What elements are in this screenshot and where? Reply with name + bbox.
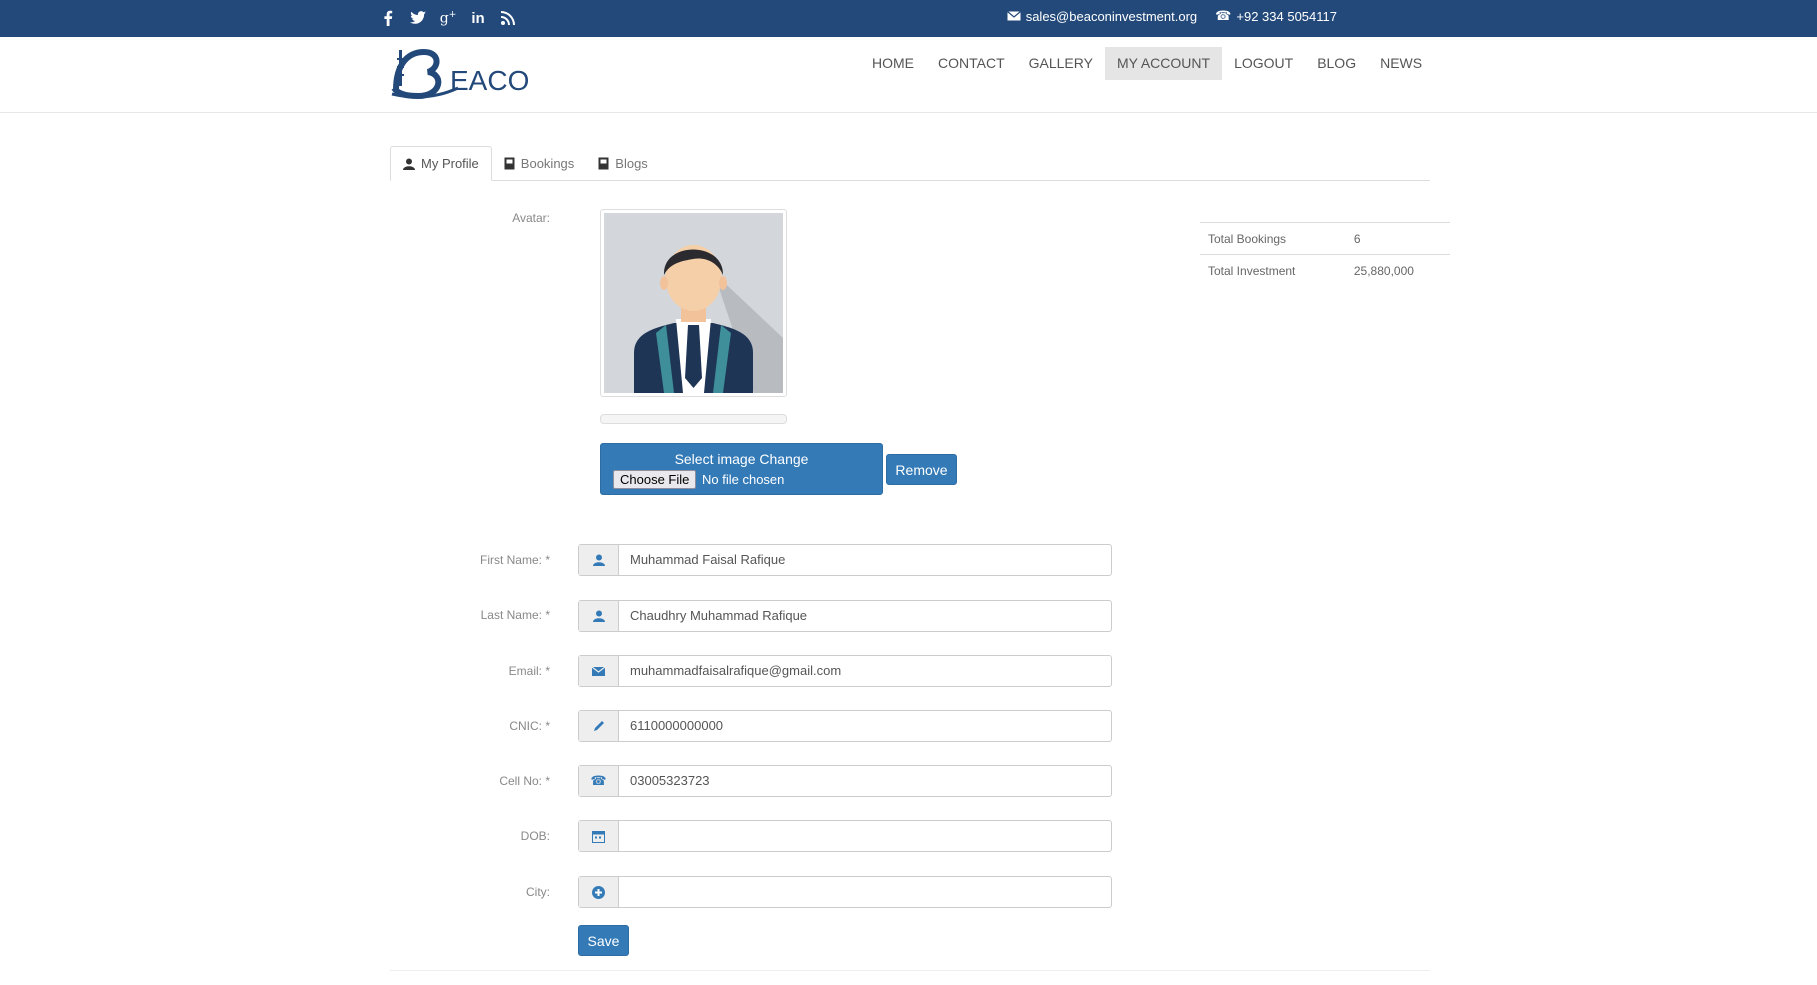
tab-bookings-label: Bookings	[520, 156, 575, 171]
avatar	[600, 209, 787, 397]
cell-label: Cell No: *	[499, 774, 550, 788]
total-bookings-label: Total Bookings	[1200, 222, 1346, 255]
city-field[interactable]	[578, 876, 1112, 908]
email-contact[interactable]: sales@beaconinvestment.org	[1006, 8, 1198, 24]
phone-contact[interactable]: ☎ +92 334 5054117	[1215, 8, 1337, 24]
account-tabs: My Profile Bookings Blogs	[390, 146, 1430, 181]
total-investment-value: 25,880,000	[1345, 254, 1450, 287]
contact-info: sales@beaconinvestment.org ☎ +92 334 505…	[1006, 8, 1337, 24]
upload-progress-bar	[600, 414, 787, 424]
main-nav: HOME CONTACT GALLERY MY ACCOUNT LOGOUT B…	[860, 47, 1434, 80]
google-plus-icon[interactable]: g+	[440, 7, 457, 29]
social-links: g+ in	[380, 7, 516, 29]
cell-field[interactable]: ☎ 03005323723	[578, 765, 1112, 797]
nav-home[interactable]: HOME	[860, 47, 926, 80]
book-icon	[598, 157, 609, 170]
twitter-icon[interactable]	[410, 7, 426, 29]
phone-icon: ☎	[579, 766, 619, 796]
dob-field[interactable]	[578, 820, 1112, 852]
email-field[interactable]: muhammadfaisalrafique@gmail.com	[578, 655, 1112, 687]
book-icon	[504, 157, 515, 170]
nav-my-account[interactable]: MY ACCOUNT	[1104, 47, 1223, 80]
user-icon	[403, 158, 415, 170]
no-file-text: No file chosen	[702, 472, 785, 487]
cnic-label: CNIC: *	[509, 719, 550, 733]
facebook-icon[interactable]	[380, 7, 396, 29]
logo-text: EACON	[450, 65, 528, 96]
site-header: EACON HOME CONTACT GALLERY MY ACCOUNT LO…	[0, 37, 1817, 113]
last-name-input[interactable]: Chaudhry Muhammad Rafique	[619, 601, 1111, 631]
tab-bookings[interactable]: Bookings	[492, 146, 586, 181]
save-button[interactable]: Save	[578, 925, 629, 956]
select-image-button[interactable]: Select image Change Choose File No file …	[600, 443, 883, 495]
dob-label: DOB:	[520, 829, 550, 843]
email-input[interactable]: muhammadfaisalrafique@gmail.com	[619, 656, 1111, 686]
plus-circle-icon	[579, 877, 619, 907]
cell-input[interactable]: 03005323723	[619, 766, 1111, 796]
envelope-icon	[579, 656, 619, 686]
choose-file-button[interactable]: Choose File	[613, 470, 697, 489]
phone-icon: ☎	[1215, 8, 1232, 23]
table-row: Total Bookings 6	[1200, 222, 1450, 255]
nav-gallery[interactable]: GALLERY	[1017, 47, 1105, 80]
table-row: Total Investment 25,880,000	[1200, 254, 1450, 287]
divider	[390, 970, 1430, 971]
dob-input[interactable]	[619, 821, 1111, 851]
pencil-icon	[579, 711, 619, 741]
first-name-input[interactable]: Muhammad Faisal Rafique	[619, 545, 1111, 575]
total-bookings-value: 6	[1345, 222, 1450, 255]
nav-contact[interactable]: CONTACT	[926, 47, 1017, 80]
account-stats-table: Total Bookings 6 Total Investment 25,880…	[1200, 222, 1450, 287]
nav-blog[interactable]: BLOG	[1305, 47, 1368, 80]
avatar-label: Avatar:	[512, 211, 550, 225]
avatar-image	[604, 213, 783, 393]
user-icon	[579, 545, 619, 575]
linkedin-icon[interactable]: in	[470, 7, 486, 29]
nav-logout[interactable]: LOGOUT	[1222, 47, 1305, 80]
email-label: Email: *	[508, 664, 550, 678]
select-image-label: Select image Change	[674, 451, 809, 467]
last-name-label: Last Name: *	[480, 608, 550, 622]
email-text: sales@beaconinvestment.org	[1025, 8, 1198, 24]
first-name-field[interactable]: Muhammad Faisal Rafique	[578, 544, 1112, 576]
city-label: City:	[526, 885, 550, 899]
tab-blogs-label: Blogs	[615, 156, 648, 171]
tab-my-profile[interactable]: My Profile	[390, 146, 492, 181]
envelope-icon	[1006, 11, 1021, 21]
city-input[interactable]	[619, 877, 1111, 907]
phone-text: +92 334 5054117	[1236, 8, 1337, 24]
cnic-input[interactable]: 6110000000000	[619, 711, 1111, 741]
calendar-icon	[579, 821, 619, 851]
nav-news[interactable]: NEWS	[1368, 47, 1434, 80]
rss-icon[interactable]	[500, 7, 516, 29]
tab-blogs[interactable]: Blogs	[586, 146, 660, 181]
top-bar: g+ in sales@beaconinvestment.org ☎ +92 3…	[0, 0, 1817, 37]
last-name-field[interactable]: Chaudhry Muhammad Rafique	[578, 600, 1112, 632]
first-name-label: First Name: *	[479, 553, 550, 567]
total-investment-label: Total Investment	[1200, 254, 1346, 287]
remove-button[interactable]: Remove	[886, 454, 957, 485]
beacon-logo[interactable]: EACON	[388, 44, 550, 102]
user-icon	[579, 601, 619, 631]
cnic-field[interactable]: 6110000000000	[578, 710, 1112, 742]
tab-my-profile-label: My Profile	[421, 156, 479, 171]
